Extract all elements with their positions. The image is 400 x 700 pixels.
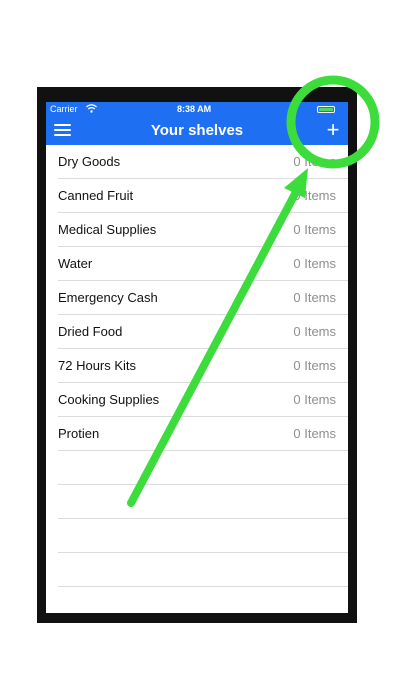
battery-icon (317, 106, 335, 113)
status-time: 8:38 AM (177, 104, 212, 114)
carrier-label: Carrier (50, 104, 78, 114)
shelf-name: Emergency Cash (58, 290, 158, 305)
shelf-item-count: 0 Items (293, 358, 336, 373)
shelf-name: Dry Goods (58, 154, 121, 169)
empty-row (58, 519, 348, 553)
shelf-row[interactable]: Dried Food 0 Items (58, 315, 348, 349)
shelf-item-count: 0 Items (293, 188, 336, 203)
shelf-row[interactable]: Cooking Supplies 0 Items (58, 383, 348, 417)
add-shelf-button[interactable]: + (322, 118, 344, 142)
shelf-item-count: 0 Items (293, 290, 336, 305)
shelf-row[interactable]: Dry Goods 0 Items (58, 145, 348, 179)
page-title: Your shelves (150, 122, 244, 139)
shelf-row[interactable]: Protien 0 Items (58, 417, 348, 451)
empty-row (58, 553, 348, 587)
shelf-item-count: 0 Items (293, 256, 336, 271)
shelf-item-count: 0 Items (293, 324, 336, 339)
shelf-row[interactable]: Water 0 Items (58, 247, 348, 281)
shelf-name: Cooking Supplies (58, 392, 160, 407)
shelf-row[interactable]: Emergency Cash 0 Items (58, 281, 348, 315)
wifi-icon (86, 104, 97, 113)
shelf-item-count: 0 Items (293, 154, 336, 169)
shelf-list: Dry Goods 0 Items Canned Fruit 0 Items Medic… (46, 145, 348, 613)
empty-row (58, 485, 348, 519)
navigation-bar: Your shelves + (46, 116, 348, 145)
shelf-name: Protien (58, 426, 100, 441)
battery-level (319, 108, 333, 111)
shelf-name: Canned Fruit (58, 188, 134, 203)
app-screen: Carrier 8:38 AM Your shelves + Dry Goods… (46, 102, 348, 613)
shelf-item-count: 0 Items (293, 392, 336, 407)
shelf-name: Dried Food (58, 324, 123, 339)
status-bar: Carrier 8:38 AM (46, 102, 348, 116)
shelf-name: Water (58, 256, 93, 271)
empty-row (58, 451, 348, 485)
shelf-name: 72 Hours Kits (58, 358, 137, 373)
empty-row (58, 587, 348, 613)
shelf-row[interactable]: 72 Hours Kits 0 Items (58, 349, 348, 383)
shelf-item-count: 0 Items (293, 426, 336, 441)
shelf-item-count: 0 Items (293, 222, 336, 237)
shelf-row[interactable]: Medical Supplies 0 Items (58, 213, 348, 247)
shelf-row[interactable]: Canned Fruit 0 Items (58, 179, 348, 213)
shelf-name: Medical Supplies (58, 222, 157, 237)
